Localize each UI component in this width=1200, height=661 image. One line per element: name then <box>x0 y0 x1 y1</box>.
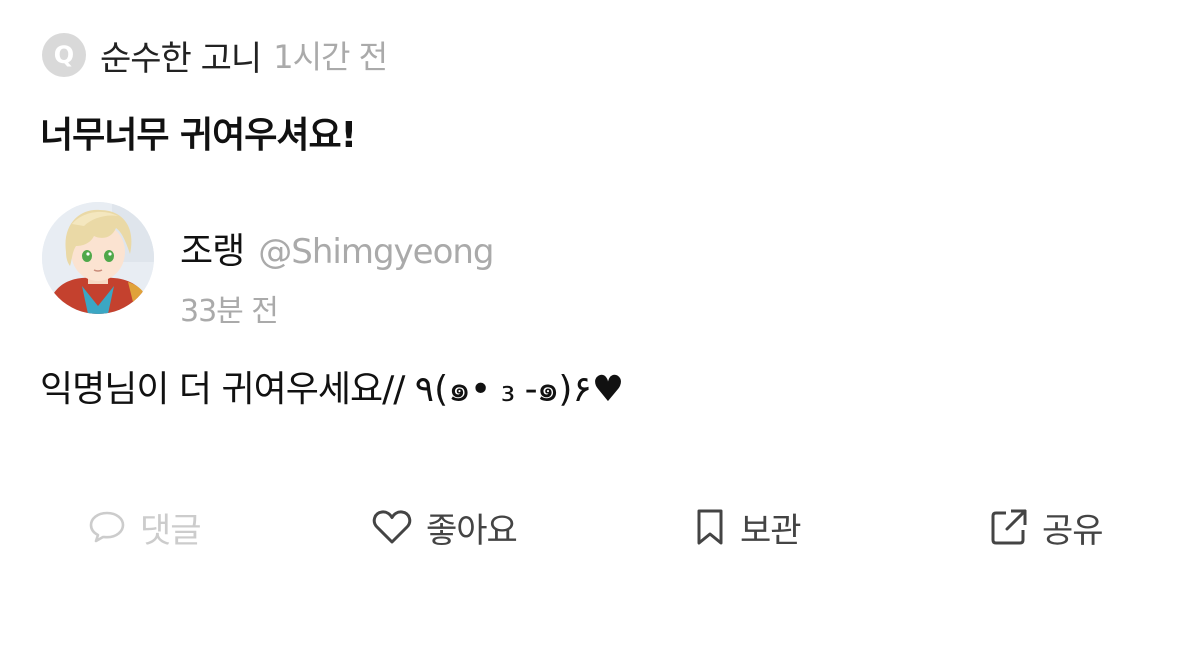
avatar-illustration-icon <box>42 202 154 314</box>
answerer-info: 조랭 @Shimgyeong 33분 전 <box>180 202 495 330</box>
share-icon <box>991 509 1027 545</box>
like-label: 좋아요 <box>426 510 518 551</box>
heart-icon <box>372 510 412 544</box>
share-button[interactable]: 공유 <box>990 498 1104 556</box>
answerer-name[interactable]: 조랭 <box>180 222 245 274</box>
question-timestamp: 1시간 전 <box>273 38 388 76</box>
share-label: 공유 <box>1042 510 1104 551</box>
answer-header: 조랭 @Shimgyeong 33분 전 <box>42 202 495 330</box>
question-badge-icon: Q <box>42 33 86 77</box>
save-label: 보관 <box>740 510 802 551</box>
answerer-line: 조랭 @Shimgyeong <box>180 222 495 274</box>
speech-bubble-icon <box>89 511 125 543</box>
bookmark-icon <box>697 509 723 545</box>
answer-text: 익명님이 더 귀여우세요// ٩(๑• ₃ -๑)۶♥ <box>40 369 625 410</box>
action-bar: 댓글 좋아요 보관 공유 <box>0 498 1200 556</box>
like-button[interactable]: 좋아요 <box>372 498 518 556</box>
comment-label: 댓글 <box>140 510 202 551</box>
question-text: 너무너무 귀여우셔요! <box>40 115 357 156</box>
comment-button[interactable]: 댓글 <box>88 498 202 556</box>
answer-timestamp: 33분 전 <box>180 294 279 329</box>
question-header: Q 순수한 고니 1시간 전 <box>42 31 388 80</box>
asker-name[interactable]: 순수한 고니 <box>100 31 262 80</box>
avatar[interactable] <box>42 202 154 314</box>
save-button[interactable]: 보관 <box>694 498 802 556</box>
answerer-handle[interactable]: @Shimgyeong <box>258 232 494 272</box>
